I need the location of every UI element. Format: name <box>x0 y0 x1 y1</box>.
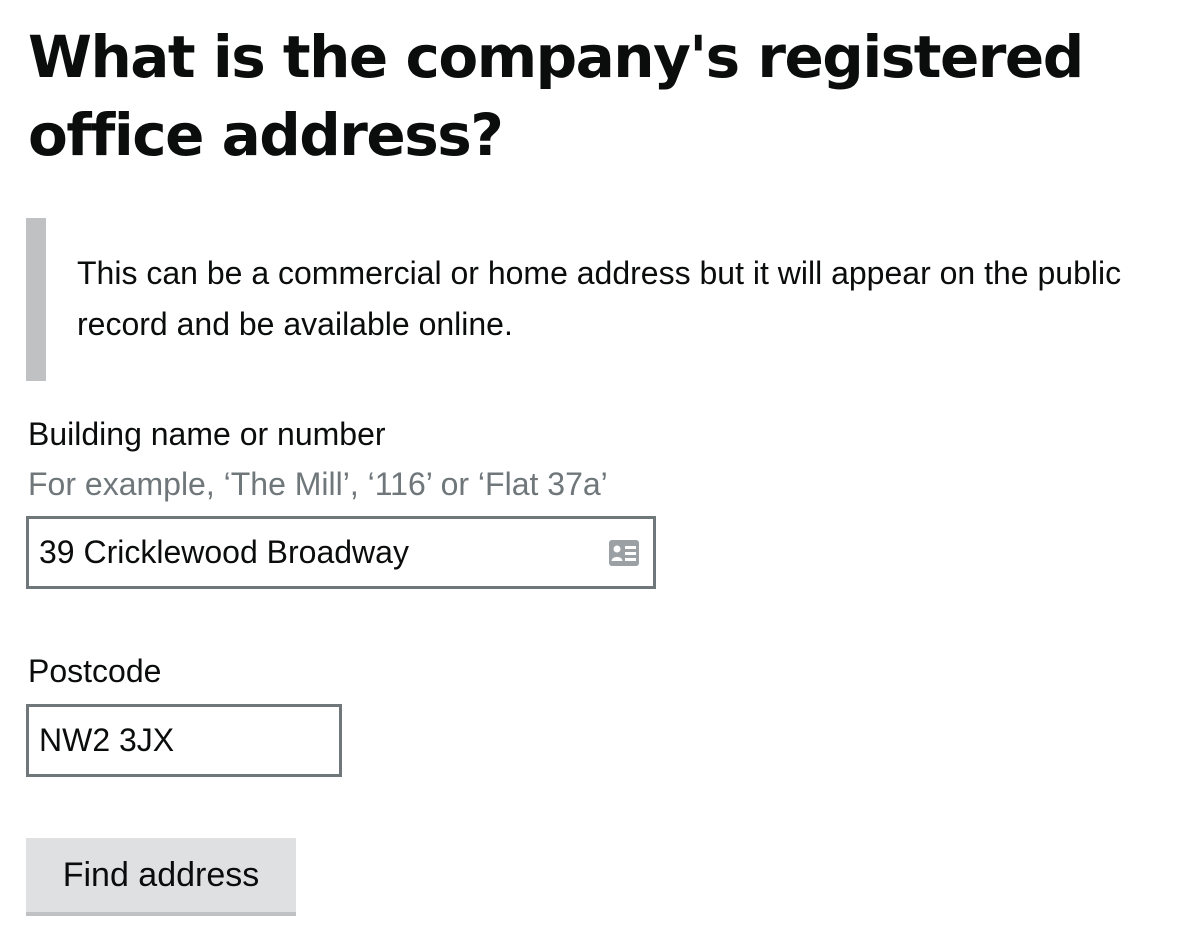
contact-card-icon[interactable] <box>608 539 640 567</box>
inset-text-block: This can be a commercial or home address… <box>26 218 1166 381</box>
address-form-page: What is the company's registered office … <box>26 18 1168 916</box>
building-label: Building name or number <box>28 416 386 452</box>
building-name-input[interactable] <box>26 516 656 589</box>
building-hint: For example, ‘The Mill’, ‘116’ or ‘Flat … <box>28 466 608 502</box>
inset-text: This can be a commercial or home address… <box>77 255 1122 342</box>
page-title: What is the company's registered office … <box>28 23 1084 169</box>
postcode-label: Postcode <box>28 653 162 689</box>
postcode-input[interactable] <box>26 704 342 777</box>
find-address-button[interactable]: Find address <box>26 838 296 916</box>
